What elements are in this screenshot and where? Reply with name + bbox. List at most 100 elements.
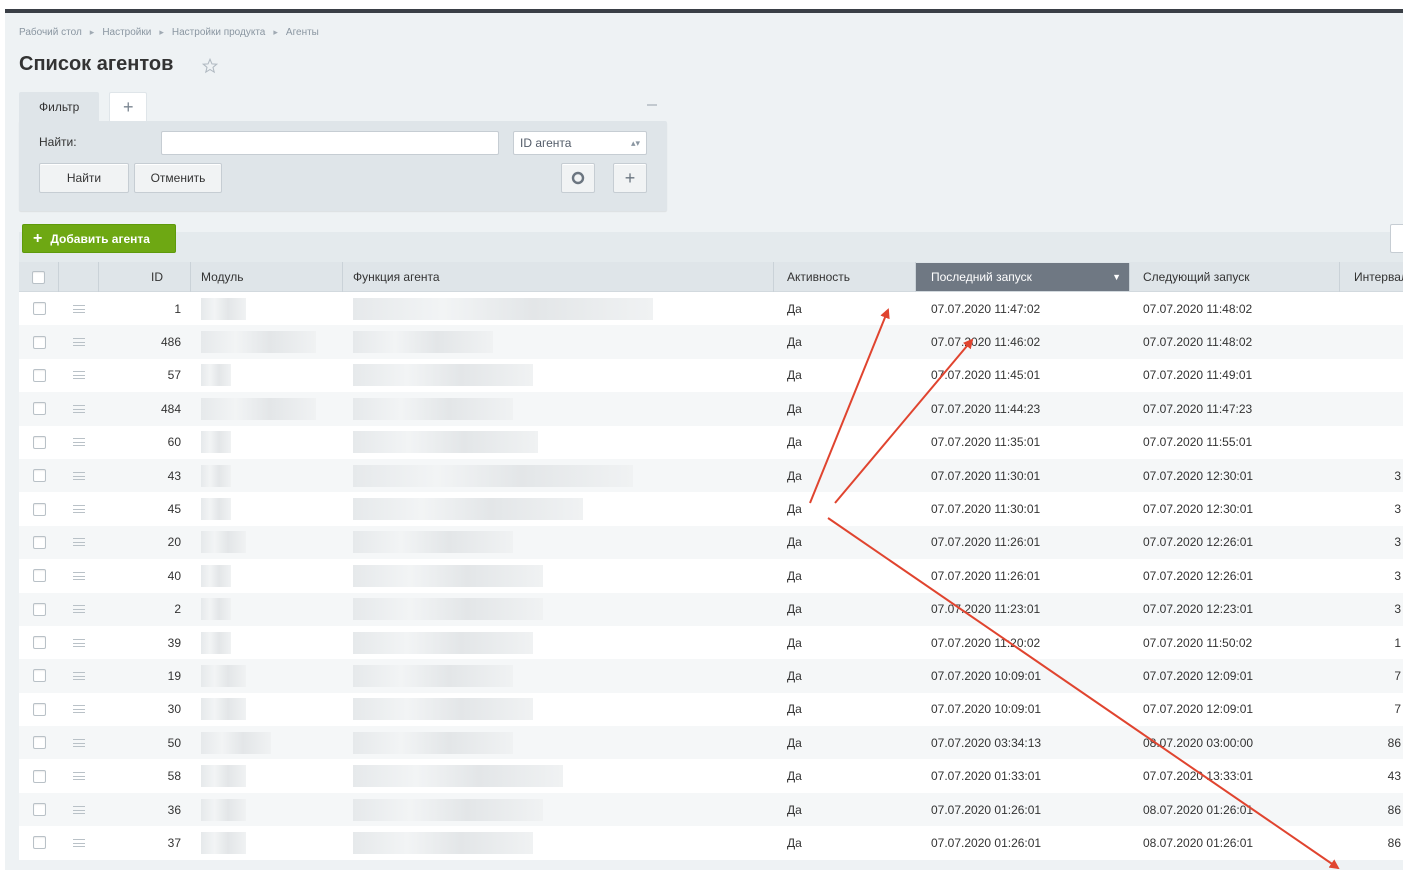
header-interval[interactable]: Интервал bbox=[1340, 262, 1403, 292]
breadcrumb-item-agents[interactable]: Агенты bbox=[286, 27, 319, 38]
row-menu-icon[interactable] bbox=[73, 304, 85, 313]
row-checkbox[interactable] bbox=[32, 769, 46, 783]
header-id[interactable]: ID bbox=[99, 262, 191, 292]
row-checkbox[interactable] bbox=[32, 302, 46, 316]
table-row[interactable]: 19 Да 07.07.2020 10:09:01 07.07.2020 12:09:… bbox=[19, 659, 1403, 693]
table-row[interactable]: 2 Да 07.07.2020 11:23:01 07.07.2020 12:23:0… bbox=[19, 592, 1403, 626]
table-row[interactable]: 30 Да 07.07.2020 10:09:01 07.07.2020 12:09:… bbox=[19, 692, 1403, 727]
row-menu-cell[interactable] bbox=[59, 759, 99, 792]
row-checkbox-cell[interactable] bbox=[19, 826, 59, 859]
header-module[interactable]: Модуль bbox=[191, 262, 343, 292]
table-row[interactable]: 1 Да 07.07.2020 11:47:02 07.07.2020 11:48:0… bbox=[19, 292, 1403, 326]
row-checkbox[interactable] bbox=[32, 402, 46, 416]
row-checkbox-cell[interactable] bbox=[19, 526, 59, 559]
row-menu-cell[interactable] bbox=[59, 526, 99, 559]
table-row[interactable]: 486 Да 07.07.2020 11:46:02 07.07.2020 11:48… bbox=[19, 325, 1403, 359]
row-checkbox[interactable] bbox=[32, 702, 46, 716]
row-menu-cell[interactable] bbox=[59, 459, 99, 492]
tab-filter[interactable]: Фильтр bbox=[19, 92, 100, 121]
breadcrumb-item-desktop[interactable]: Рабочий стол bbox=[19, 27, 82, 38]
row-checkbox-cell[interactable] bbox=[19, 726, 59, 759]
row-menu-cell[interactable] bbox=[59, 392, 99, 425]
row-checkbox[interactable] bbox=[32, 469, 46, 483]
row-menu-cell[interactable] bbox=[59, 359, 99, 392]
add-filter-field-button[interactable]: + bbox=[613, 163, 647, 193]
row-menu-cell[interactable] bbox=[59, 325, 99, 358]
header-next-run[interactable]: Следующий запуск bbox=[1130, 262, 1340, 292]
row-checkbox-cell[interactable] bbox=[19, 426, 59, 459]
row-checkbox[interactable] bbox=[32, 368, 46, 382]
table-row[interactable]: 36 Да 07.07.2020 01:26:01 08.07.2020 01:26:… bbox=[19, 792, 1403, 827]
row-checkbox-cell[interactable] bbox=[19, 392, 59, 425]
table-row[interactable]: 37 Да 07.07.2020 01:26:01 08.07.2020 01:26:… bbox=[19, 826, 1403, 860]
row-checkbox[interactable] bbox=[32, 435, 46, 449]
search-input[interactable] bbox=[161, 131, 499, 155]
row-menu-cell[interactable] bbox=[59, 559, 99, 592]
find-button[interactable]: Найти bbox=[39, 163, 129, 193]
row-checkbox[interactable] bbox=[32, 836, 46, 850]
row-menu-icon[interactable] bbox=[73, 671, 85, 680]
row-checkbox[interactable] bbox=[32, 502, 46, 516]
row-menu-icon[interactable] bbox=[73, 404, 85, 413]
row-checkbox[interactable] bbox=[32, 803, 46, 817]
row-menu-icon[interactable] bbox=[73, 538, 85, 547]
cancel-button[interactable]: Отменить bbox=[134, 163, 222, 193]
table-row[interactable]: 39 Да 07.07.2020 11:20:02 07.07.2020 11:50:… bbox=[19, 625, 1403, 660]
row-menu-cell[interactable] bbox=[59, 626, 99, 659]
row-menu-icon[interactable] bbox=[73, 772, 85, 781]
search-field-select[interactable]: ID агента ▴▾ bbox=[513, 131, 647, 155]
row-checkbox[interactable] bbox=[32, 736, 46, 750]
row-checkbox-cell[interactable] bbox=[19, 626, 59, 659]
row-menu-icon[interactable] bbox=[73, 605, 85, 614]
table-row[interactable]: 20 Да 07.07.2020 11:26:01 07.07.2020 12:26:… bbox=[19, 525, 1403, 560]
grid-settings-button[interactable] bbox=[1390, 224, 1403, 253]
row-checkbox-cell[interactable] bbox=[19, 693, 59, 726]
row-checkbox[interactable] bbox=[32, 602, 46, 616]
row-menu-icon[interactable] bbox=[73, 471, 85, 480]
table-row[interactable]: 484 Да 07.07.2020 11:44:23 07.07.2020 11:47… bbox=[19, 392, 1403, 426]
star-icon[interactable] bbox=[201, 57, 219, 75]
row-checkbox[interactable] bbox=[32, 569, 46, 583]
row-menu-cell[interactable] bbox=[59, 793, 99, 826]
row-menu-icon[interactable] bbox=[73, 738, 85, 747]
row-checkbox-cell[interactable] bbox=[19, 559, 59, 592]
breadcrumb-item-settings[interactable]: Настройки bbox=[102, 27, 151, 38]
add-agent-button[interactable]: + Добавить агента bbox=[22, 224, 176, 253]
row-menu-icon[interactable] bbox=[73, 805, 85, 814]
row-checkbox[interactable] bbox=[32, 535, 46, 549]
table-row[interactable]: 40 Да 07.07.2020 11:26:01 07.07.2020 12:26:… bbox=[19, 559, 1403, 593]
row-checkbox-cell[interactable] bbox=[19, 325, 59, 358]
row-menu-cell[interactable] bbox=[59, 659, 99, 692]
row-menu-cell[interactable] bbox=[59, 593, 99, 626]
row-checkbox-cell[interactable] bbox=[19, 659, 59, 692]
collapse-filter-icon[interactable] bbox=[647, 104, 657, 106]
row-menu-cell[interactable] bbox=[59, 726, 99, 759]
row-menu-icon[interactable] bbox=[73, 705, 85, 714]
row-menu-cell[interactable] bbox=[59, 492, 99, 525]
row-checkbox-cell[interactable] bbox=[19, 793, 59, 826]
row-checkbox-cell[interactable] bbox=[19, 292, 59, 325]
header-function[interactable]: Функция агента bbox=[343, 262, 774, 292]
row-menu-icon[interactable] bbox=[73, 438, 85, 447]
table-row[interactable]: 60 Да 07.07.2020 11:35:01 07.07.2020 11:55:… bbox=[19, 425, 1403, 459]
row-menu-icon[interactable] bbox=[73, 505, 85, 514]
row-menu-cell[interactable] bbox=[59, 693, 99, 726]
row-menu-cell[interactable] bbox=[59, 292, 99, 325]
row-checkbox-cell[interactable] bbox=[19, 359, 59, 392]
header-select-all[interactable] bbox=[19, 262, 59, 292]
row-menu-icon[interactable] bbox=[73, 338, 85, 347]
table-row[interactable]: 57 Да 07.07.2020 11:45:01 07.07.2020 11:49:… bbox=[19, 358, 1403, 393]
row-checkbox[interactable] bbox=[32, 636, 46, 650]
row-checkbox[interactable] bbox=[32, 669, 46, 683]
breadcrumb-item-product-settings[interactable]: Настройки продукта bbox=[172, 27, 265, 38]
row-checkbox[interactable] bbox=[32, 335, 46, 349]
row-checkbox-cell[interactable] bbox=[19, 759, 59, 792]
select-all-checkbox[interactable] bbox=[32, 270, 45, 284]
add-filter-tab-button[interactable]: + bbox=[109, 92, 148, 121]
row-menu-cell[interactable] bbox=[59, 826, 99, 859]
row-menu-icon[interactable] bbox=[73, 371, 85, 380]
table-row[interactable]: 43 Да 07.07.2020 11:30:01 07.07.2020 12:30:… bbox=[19, 458, 1403, 493]
table-row[interactable]: 58 Да 07.07.2020 01:33:01 07.07.2020 13:33:… bbox=[19, 759, 1403, 793]
row-checkbox-cell[interactable] bbox=[19, 492, 59, 525]
row-menu-icon[interactable] bbox=[73, 571, 85, 580]
